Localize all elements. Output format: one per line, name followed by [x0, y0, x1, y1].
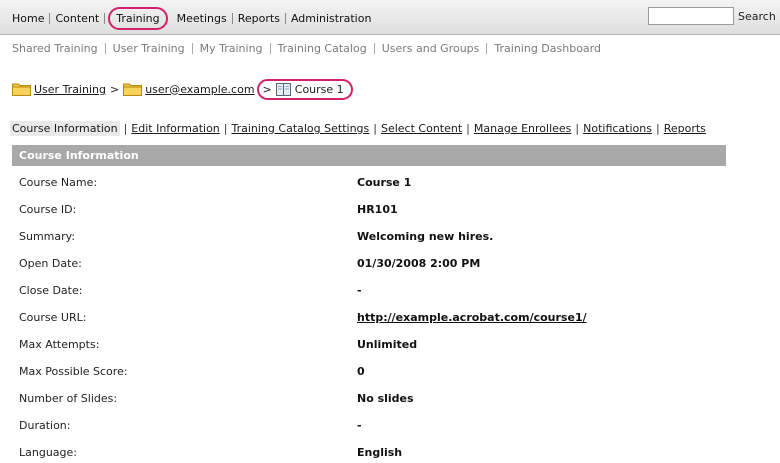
- subnav-users-and-groups[interactable]: Users and Groups: [382, 42, 480, 55]
- row-value: 01/30/2008 2:00 PM: [357, 257, 481, 270]
- breadcrumb: User Training > user@example.com > Cours…: [12, 78, 353, 100]
- row-value: Welcoming new hires.: [357, 230, 494, 243]
- row-value: 0: [357, 365, 365, 378]
- tab-divider: |: [655, 122, 660, 135]
- search-button[interactable]: Search: [738, 10, 776, 23]
- row-label: Course Name:: [19, 176, 98, 189]
- subnav-shared-training[interactable]: Shared Training: [12, 42, 98, 55]
- subnav-training-dashboard[interactable]: Training Dashboard: [494, 42, 601, 55]
- subnav-divider: [486, 42, 488, 54]
- row-label: Course URL:: [19, 311, 87, 324]
- info-row-open-date: Open Date: 01/30/2008 2:00 PM: [19, 257, 719, 273]
- panel-title: Course Information: [19, 149, 139, 162]
- row-value: No slides: [357, 392, 414, 405]
- nav-administration[interactable]: Administration: [291, 12, 372, 25]
- subnav-divider: [269, 42, 271, 54]
- breadcrumb-user-training[interactable]: User Training: [34, 83, 106, 96]
- breadcrumb-current: > Course 1: [256, 78, 353, 100]
- nav-content[interactable]: Content: [55, 12, 99, 25]
- row-label: Course ID:: [19, 203, 77, 216]
- row-label: Number of Slides:: [19, 392, 118, 405]
- tab-select-content[interactable]: Select Content: [381, 122, 462, 135]
- tab-divider: |: [123, 122, 128, 135]
- book-icon: [275, 82, 291, 96]
- row-value: Unlimited: [357, 338, 418, 351]
- row-label: Language:: [19, 446, 77, 459]
- row-label: Close Date:: [19, 284, 83, 297]
- nav-reports[interactable]: Reports: [238, 12, 280, 25]
- panel-header: Course Information: [12, 145, 726, 166]
- subnav-user-training[interactable]: User Training: [113, 42, 185, 55]
- subnav-training-catalog[interactable]: Training Catalog: [278, 42, 367, 55]
- nav-home[interactable]: Home: [12, 12, 44, 25]
- nav-divider: [104, 12, 106, 24]
- info-row-course-name: Course Name: Course 1: [19, 176, 719, 192]
- info-row-max-possible-score: Max Possible Score: 0: [19, 365, 719, 381]
- sub-navigation: Shared Training User Training My Trainin…: [12, 41, 601, 55]
- subnav-my-training[interactable]: My Training: [200, 42, 263, 55]
- row-value: Course 1: [357, 176, 412, 189]
- top-nav-menu: Home Content Training Meetings Reports A…: [12, 6, 372, 30]
- tab-manage-enrollees[interactable]: Manage Enrollees: [474, 122, 572, 135]
- row-label: Open Date:: [19, 257, 82, 270]
- info-row-duration: Duration: -: [19, 419, 719, 435]
- tab-reports[interactable]: Reports: [664, 122, 706, 135]
- breadcrumb-separator: >: [262, 82, 272, 96]
- subnav-divider: [104, 42, 106, 54]
- row-value: English: [357, 446, 403, 459]
- info-row-max-attempts: Max Attempts: Unlimited: [19, 338, 719, 354]
- breadcrumb-current-label: Course 1: [294, 82, 344, 96]
- subnav-divider: [373, 42, 375, 54]
- info-row-number-of-slides: Number of Slides: No slides: [19, 392, 719, 408]
- tab-divider: |: [575, 122, 580, 135]
- nav-divider: [231, 12, 233, 24]
- nav-divider: [284, 12, 286, 24]
- row-label: Max Possible Score:: [19, 365, 128, 378]
- row-label: Max Attempts:: [19, 338, 100, 351]
- nav-training[interactable]: Training: [108, 6, 168, 30]
- breadcrumb-user-folder[interactable]: user@example.com: [145, 83, 254, 96]
- info-row-language: Language: English: [19, 446, 719, 462]
- breadcrumb-separator: >: [109, 82, 120, 96]
- tab-edit-information[interactable]: Edit Information: [131, 122, 219, 135]
- info-row-close-date: Close Date: -: [19, 284, 719, 300]
- nav-meetings[interactable]: Meetings: [177, 12, 227, 25]
- course-url-link[interactable]: http://example.acrobat.com/course1/: [357, 311, 587, 324]
- tab-divider: |: [223, 122, 228, 135]
- search-input[interactable]: [648, 7, 734, 25]
- folder-icon: [12, 83, 31, 96]
- nav-divider: [49, 12, 51, 24]
- subnav-divider: [191, 42, 193, 54]
- row-label: Summary:: [19, 230, 76, 243]
- tab-divider: |: [466, 122, 470, 135]
- info-row-course-id: Course ID: HR101: [19, 203, 719, 219]
- info-row-course-url: Course URL: http://example.acrobat.com/c…: [19, 311, 719, 327]
- top-navigation-bar: Home Content Training Meetings Reports A…: [0, 0, 780, 35]
- course-tabs: Course Information | Edit Information | …: [10, 121, 706, 136]
- row-label: Duration:: [19, 419, 71, 432]
- row-value: HR101: [357, 203, 398, 216]
- info-row-summary: Summary: Welcoming new hires.: [19, 230, 719, 246]
- tab-divider: |: [373, 122, 377, 135]
- row-value: -: [357, 284, 362, 297]
- folder-icon: [123, 83, 143, 96]
- row-value: -: [357, 419, 362, 432]
- tab-course-information[interactable]: Course Information: [10, 121, 120, 136]
- tab-notifications[interactable]: Notifications: [583, 122, 652, 135]
- tab-training-catalog-settings[interactable]: Training Catalog Settings: [232, 122, 370, 135]
